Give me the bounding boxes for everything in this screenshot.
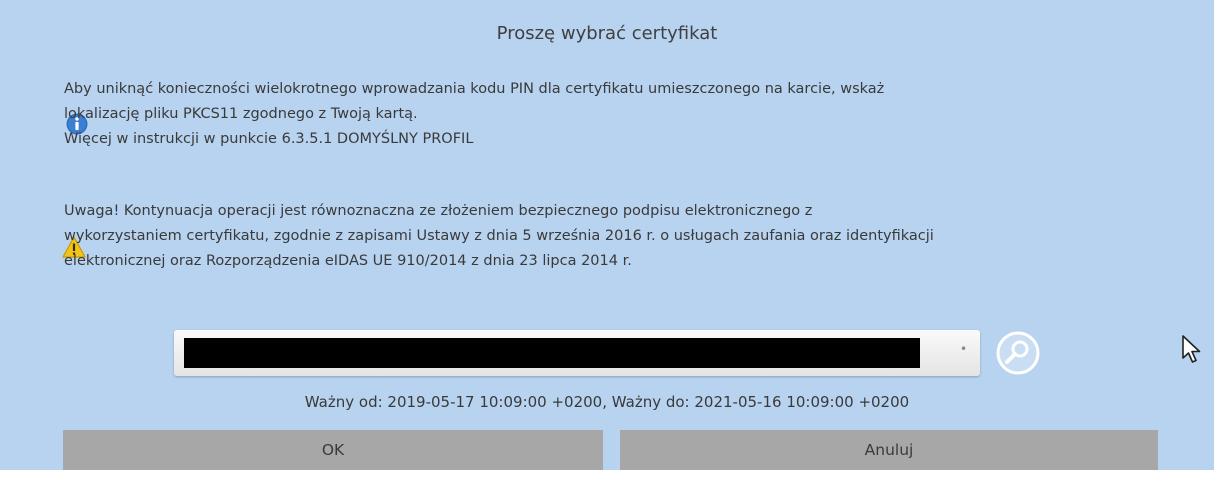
- warning-line: Uwaga! Kontynuacja operacji jest równozn…: [64, 203, 813, 219]
- mouse-cursor-icon: [1182, 335, 1201, 363]
- certificate-validity: Ważny od: 2019-05-17 10:09:00 +0200, Waż…: [304, 393, 910, 411]
- cancel-button[interactable]: Anuluj: [620, 430, 1158, 470]
- info-line: Aby uniknąć konieczności wielokrotnego w…: [64, 81, 885, 97]
- info-message: Aby uniknąć konieczności wielokrotnego w…: [64, 77, 1164, 152]
- dialog-title: Proszę wybrać certyfikat: [496, 23, 718, 44]
- certificate-dialog: Proszę wybrać certyfikat Aby uniknąć kon…: [0, 0, 1214, 470]
- ok-button[interactable]: OK: [63, 430, 603, 470]
- certificate-select[interactable]: •: [174, 330, 980, 376]
- info-line: lokalizację pliku PKCS11 zgodnego z Twoj…: [64, 106, 418, 122]
- warning-line: elektronicznej oraz Rozporządzenia eIDAS…: [64, 253, 632, 269]
- warning-message: Uwaga! Kontynuacja operacji jest równozn…: [64, 199, 1164, 274]
- dropdown-arrow-icon[interactable]: •: [960, 342, 967, 356]
- info-line: Więcej w instrukcji w punkcie 6.3.5.1 DO…: [64, 131, 474, 147]
- warning-line: wykorzystaniem certyfikatu, zgodnie z za…: [64, 228, 934, 244]
- search-certificate-button[interactable]: [996, 331, 1040, 375]
- certificate-select-value: [184, 338, 920, 368]
